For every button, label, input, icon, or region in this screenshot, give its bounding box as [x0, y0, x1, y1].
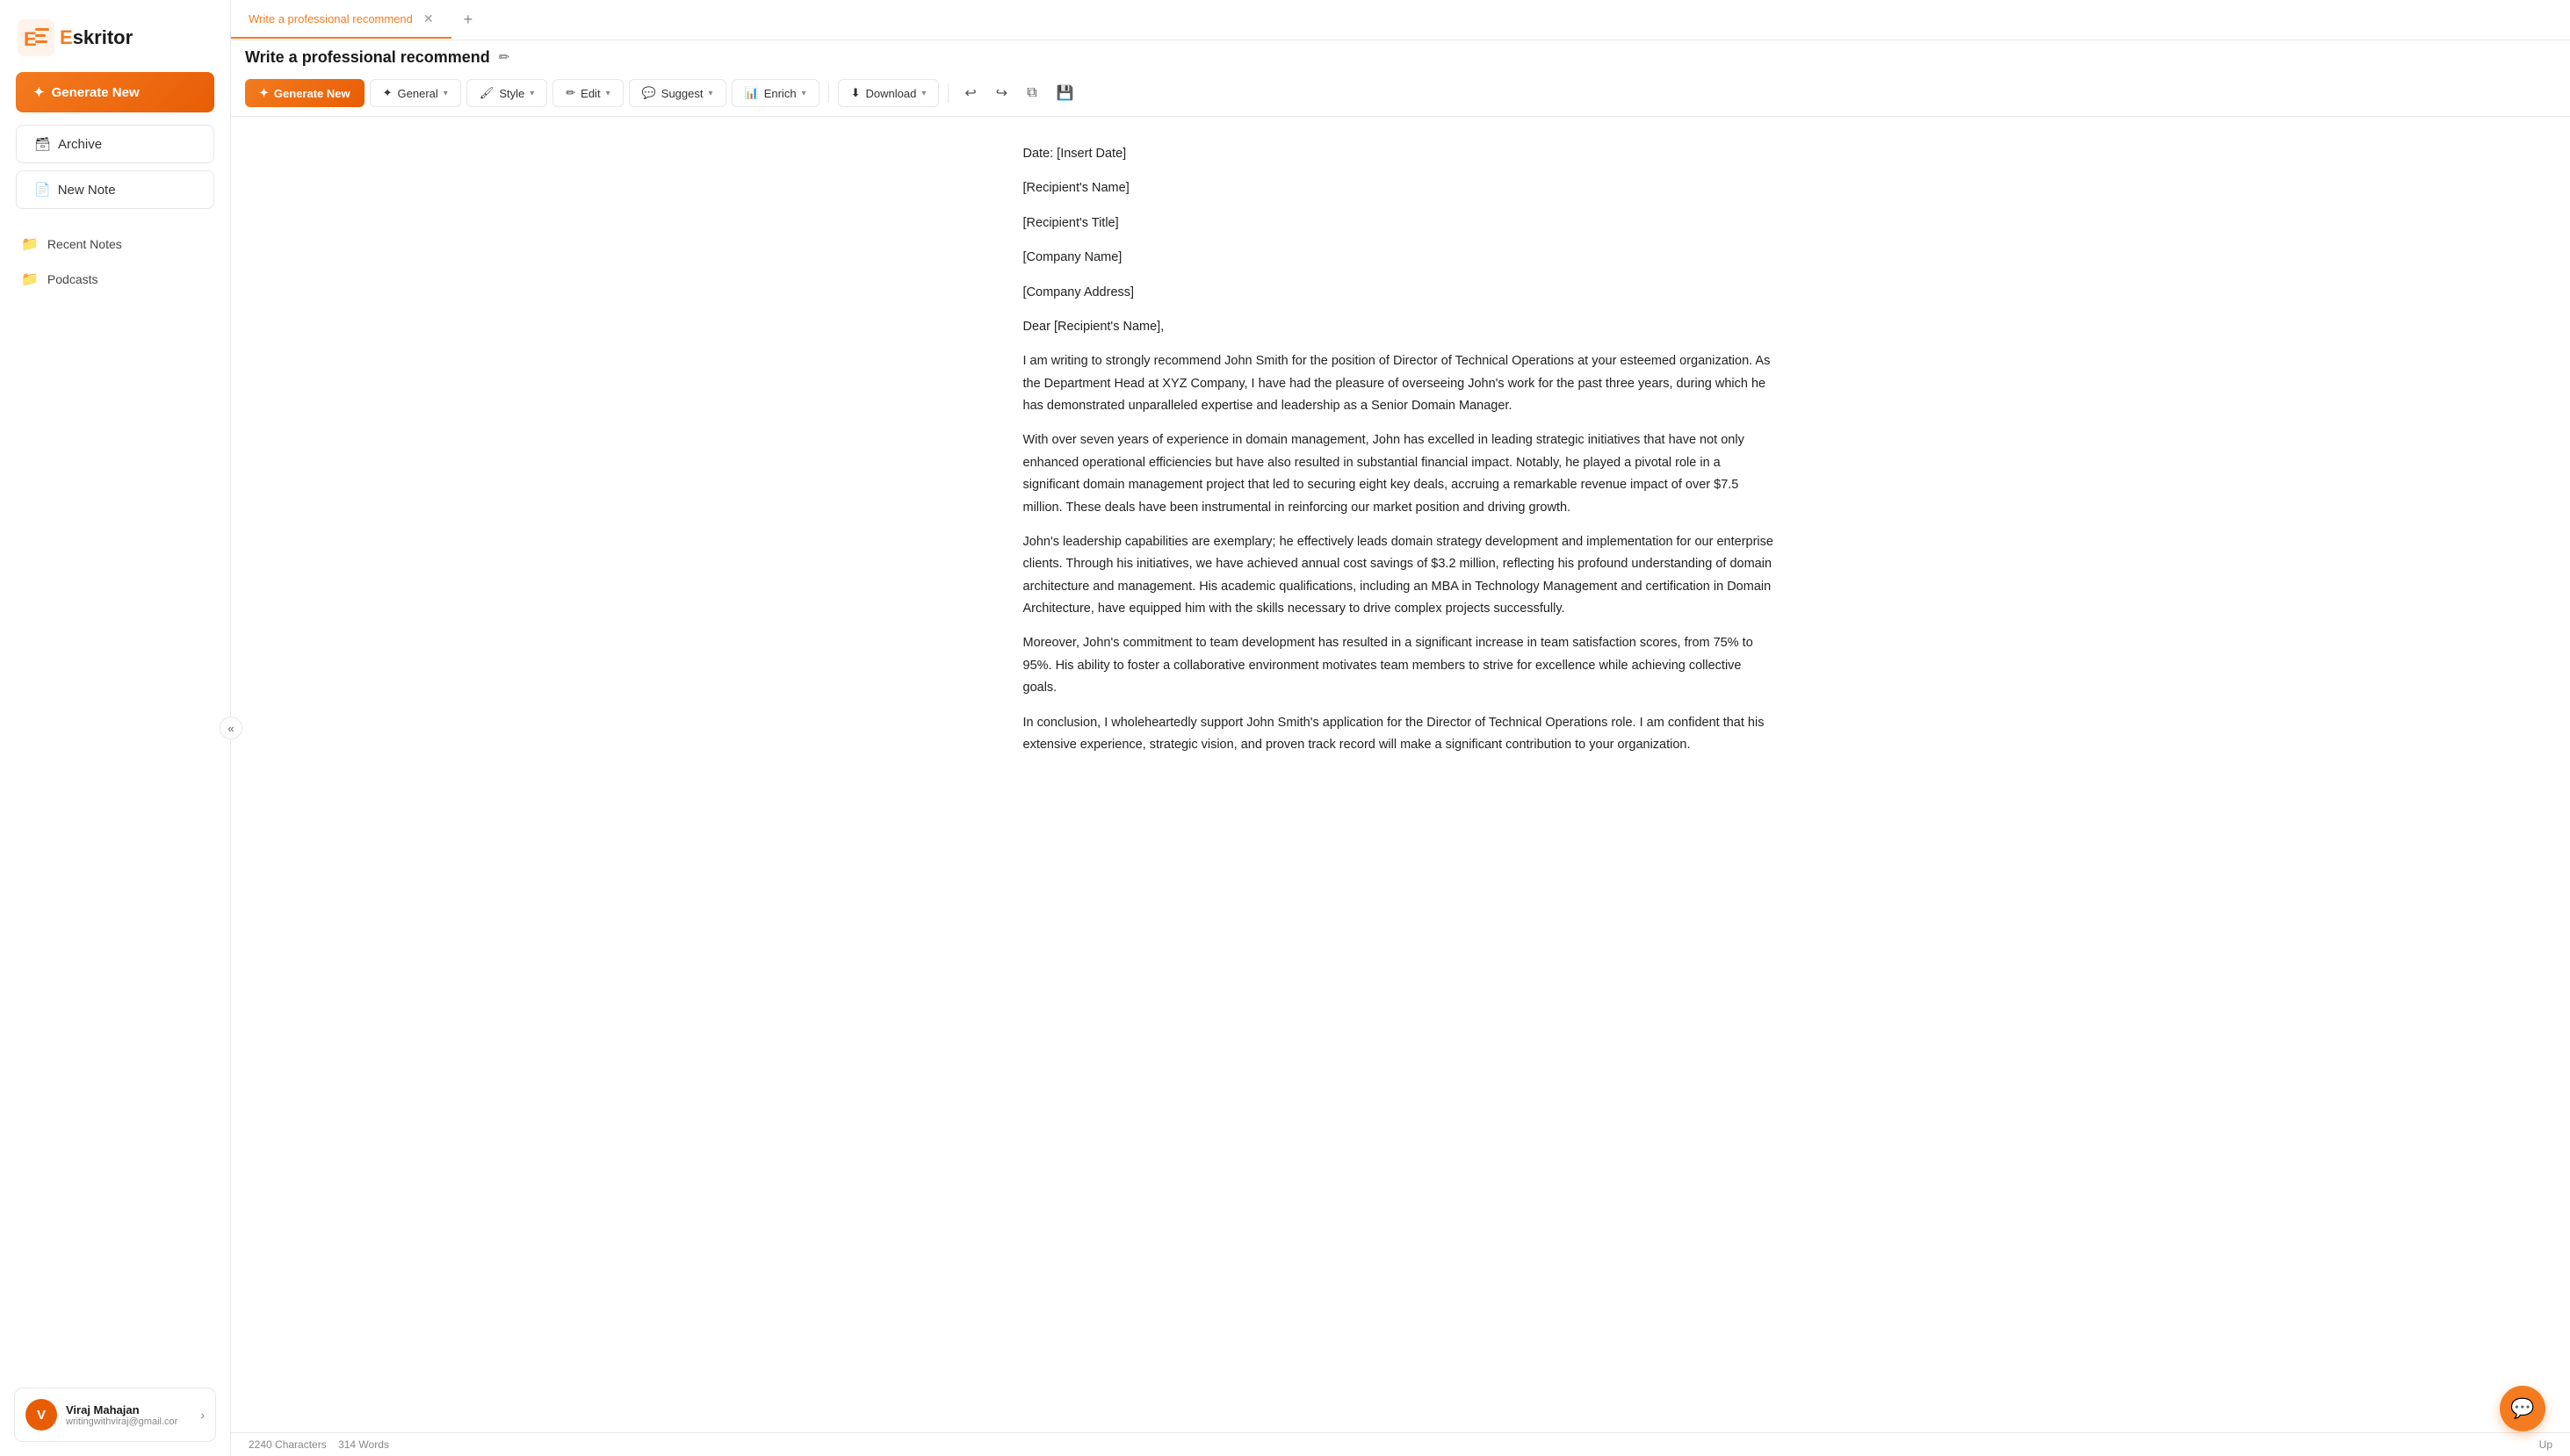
editor-content: Date: [Insert Date] [Recipient's Name] […	[1023, 143, 1779, 756]
style-icon: 🖌	[480, 86, 495, 100]
upgrade-text: Up	[2539, 1438, 2552, 1451]
paragraph-4: Moreover, John's commitment to team deve…	[1023, 632, 1779, 699]
edit-button[interactable]: ✏ Edit ▾	[552, 79, 623, 107]
edit-title-button[interactable]: ✏	[497, 47, 512, 67]
edit-icon: ✏	[499, 50, 510, 65]
chat-fab-button[interactable]: 💬	[2500, 1386, 2545, 1431]
tab-bar: Write a professional recommend ✕ +	[231, 0, 2570, 40]
tab-close-button[interactable]: ✕	[423, 11, 434, 26]
logo-icon: E	[18, 19, 54, 56]
star-icon: ✦	[33, 84, 45, 100]
chevron-down-icon: ▾	[444, 89, 448, 98]
user-name: Viraj Mahajan	[66, 1403, 191, 1416]
date-line: Date: [Insert Date]	[1023, 143, 1779, 165]
sidebar-nav: 📁 Recent Notes 📁 Podcasts	[0, 227, 230, 1379]
paragraph-1: I am writing to strongly recommend John …	[1023, 350, 1779, 417]
toolbar-separator-2	[948, 83, 949, 103]
new-note-button[interactable]: 📄 New Note	[16, 170, 214, 209]
toolbar-separator	[828, 83, 829, 103]
company-name: [Company Name]	[1023, 247, 1779, 269]
undo-icon: ↩	[964, 84, 976, 102]
archive-icon: 🗃	[34, 136, 51, 152]
save-icon: 💾	[1057, 84, 1074, 102]
sidebar-item-podcasts[interactable]: 📁 Podcasts	[16, 262, 214, 297]
generate-new-button[interactable]: ✦ Generate New	[245, 79, 365, 107]
toolbar: ✦ Generate New ✦ General ▾ 🖌 Style ▾ ✏ E…	[231, 70, 2570, 117]
chevron-right-icon: ›	[200, 1408, 205, 1422]
enrich-icon: 📊	[745, 86, 759, 100]
general-icon: ✦	[383, 86, 393, 100]
star-icon-toolbar: ✦	[259, 86, 269, 100]
collapse-sidebar-button[interactable]: «	[220, 717, 242, 739]
company-address: [Company Address]	[1023, 282, 1779, 304]
suggest-icon: 💬	[642, 86, 656, 100]
suggest-button[interactable]: 💬 Suggest ▾	[629, 79, 726, 107]
sidebar-generate-button[interactable]: ✦ Generate New	[16, 72, 214, 112]
copy-button[interactable]: ⧉	[1020, 81, 1043, 105]
save-button[interactable]: 💾	[1050, 80, 1081, 106]
chevron-down-icon-5: ▾	[802, 89, 806, 98]
chevron-left-icon: «	[227, 722, 234, 735]
user-profile[interactable]: V Viraj Mahajan writingwithviraj@gmail.c…	[14, 1388, 216, 1442]
general-button[interactable]: ✦ General ▾	[370, 79, 461, 107]
logo: E Eskritor	[0, 0, 230, 72]
document-title-row: Write a professional recommend ✏	[231, 40, 2570, 70]
enrich-button[interactable]: 📊 Enrich ▾	[732, 79, 819, 107]
paragraph-3: John's leadership capabilities are exemp…	[1023, 531, 1779, 621]
sidebar-item-recent-notes[interactable]: 📁 Recent Notes	[16, 227, 214, 262]
character-count: 2240 Characters 314 Words	[249, 1438, 389, 1451]
folder-icon: 📁	[21, 235, 39, 253]
chevron-down-icon-4: ▾	[708, 89, 712, 98]
chat-icon: 💬	[2510, 1397, 2534, 1420]
paragraph-2: With over seven years of experience in d…	[1023, 429, 1779, 519]
chevron-down-icon-6: ▾	[921, 89, 926, 98]
status-bar: 2240 Characters 314 Words Up	[231, 1432, 2570, 1456]
tab-write-professional[interactable]: Write a professional recommend ✕	[231, 1, 451, 39]
chevron-down-icon-3: ▾	[606, 89, 610, 98]
avatar: V	[25, 1399, 57, 1431]
edit-toolbar-icon: ✏	[566, 86, 575, 100]
new-note-icon: 📄	[34, 182, 51, 198]
document-title: Write a professional recommend	[245, 48, 490, 67]
chevron-down-icon-2: ▾	[530, 89, 534, 98]
copy-icon: ⧉	[1027, 85, 1036, 101]
paragraph-5: In conclusion, I wholeheartedly support …	[1023, 712, 1779, 757]
folder-icon-2: 📁	[21, 270, 39, 288]
redo-icon: ↪	[996, 84, 1007, 102]
undo-button[interactable]: ↩	[957, 80, 983, 106]
recipient-title: [Recipient's Title]	[1023, 213, 1779, 234]
main-content: Write a professional recommend ✕ + Write…	[231, 0, 2570, 1456]
download-icon: ⬇	[851, 86, 861, 100]
style-button[interactable]: 🖌 Style ▾	[466, 79, 547, 107]
editor-area[interactable]: Date: [Insert Date] [Recipient's Name] […	[231, 117, 2570, 1432]
user-email: writingwithviraj@gmail.cor	[66, 1416, 191, 1427]
archive-button[interactable]: 🗃 Archive	[16, 125, 214, 163]
salutation: Dear [Recipient's Name],	[1023, 316, 1779, 338]
logo-text: Eskritor	[60, 26, 133, 49]
download-button[interactable]: ⬇ Download ▾	[838, 79, 940, 107]
redo-button[interactable]: ↪	[989, 80, 1014, 106]
tab-add-button[interactable]: +	[451, 4, 486, 36]
recipient-name: [Recipient's Name]	[1023, 177, 1779, 199]
svg-text:E: E	[24, 28, 37, 50]
user-info: Viraj Mahajan writingwithviraj@gmail.cor	[66, 1403, 191, 1427]
